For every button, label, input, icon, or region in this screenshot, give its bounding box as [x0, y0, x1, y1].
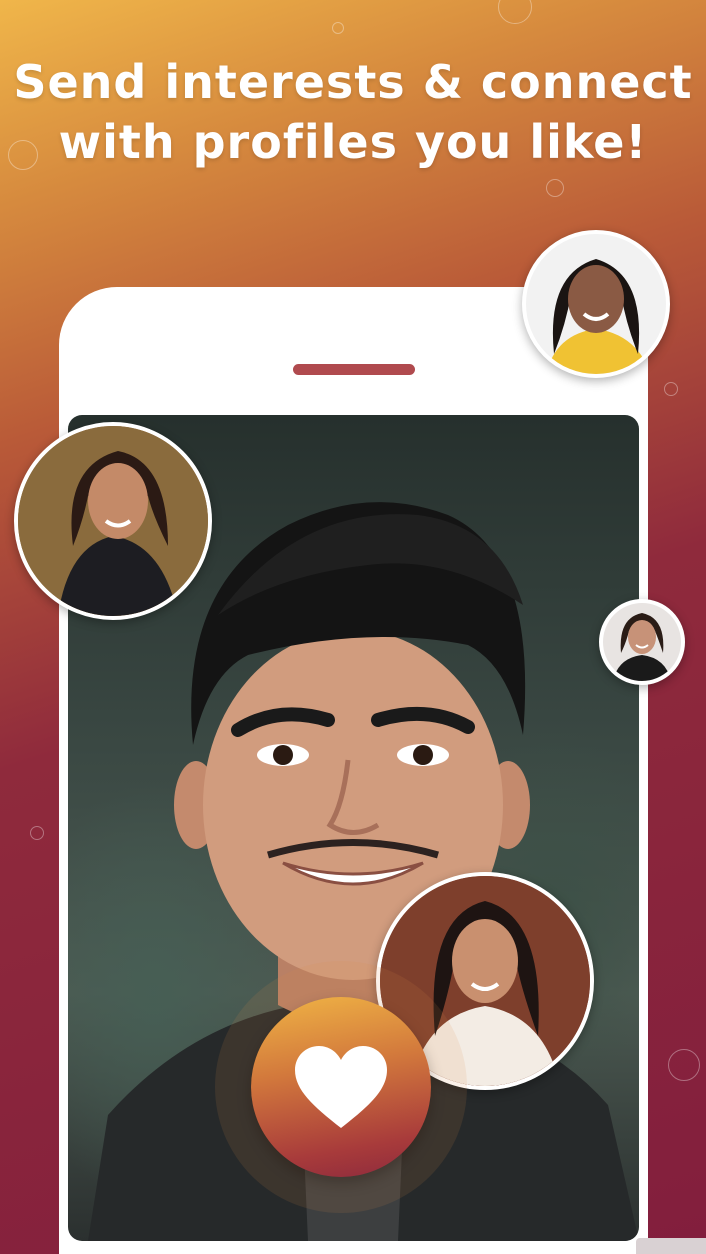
decor-bubble	[546, 179, 564, 197]
profile-avatar-top-right[interactable]	[522, 230, 670, 378]
corner-control[interactable]	[636, 1238, 706, 1254]
headline-line-1: Send interests & connect	[13, 55, 693, 109]
decor-bubble	[664, 382, 678, 396]
profile-avatar-right-small[interactable]	[599, 599, 685, 685]
phone-speaker	[293, 364, 415, 375]
like-heart-button[interactable]	[251, 997, 431, 1177]
decor-bubble	[332, 22, 344, 34]
avatar-illustration	[18, 426, 208, 616]
avatar-illustration	[613, 613, 671, 681]
headline: Send interests & connect with profiles y…	[0, 52, 706, 172]
decor-bubble	[30, 826, 44, 840]
heart-icon	[295, 1046, 387, 1128]
headline-line-2: with profiles you like!	[58, 115, 648, 169]
decor-bubble	[668, 1049, 700, 1081]
profile-avatar-left[interactable]	[14, 422, 212, 620]
decor-bubble	[498, 0, 532, 24]
avatar-illustration	[546, 259, 651, 374]
